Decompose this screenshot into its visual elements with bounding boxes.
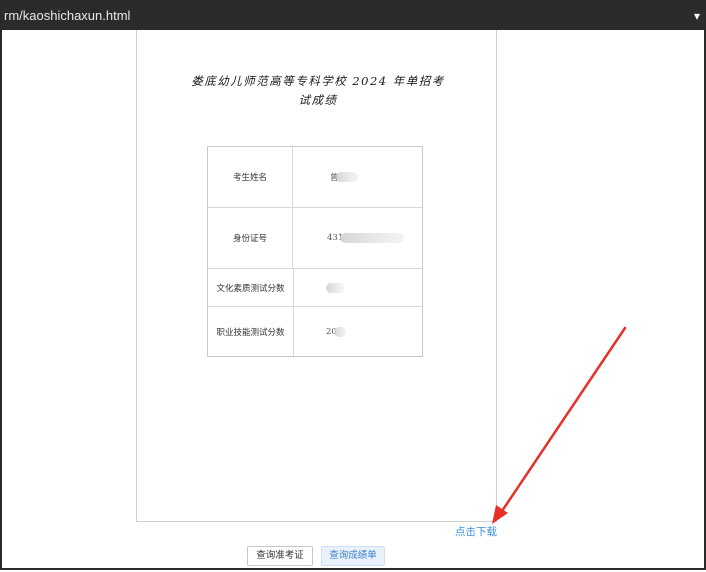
table-row: 身份证号 431 — [208, 208, 422, 269]
skill-score-cell: 20 — [293, 307, 421, 356]
annotation-arrow-shaft — [498, 326, 627, 516]
culture-score-label: 文化素质测试分数 — [216, 283, 285, 294]
table-row: 文化素质测试分数 — [208, 269, 422, 307]
url-text: rm/kaoshichaxun.html — [4, 8, 131, 23]
redaction-blur — [326, 282, 344, 293]
report-title: 娄底幼儿师范高等专科学校 2024 年单招考试成绩 — [191, 74, 445, 107]
query-score-button[interactable]: 查询成绩单 — [321, 546, 385, 566]
culture-score-cell — [293, 269, 421, 306]
query-ticket-button[interactable]: 查询准考证 — [247, 546, 313, 566]
chevron-icon[interactable]: ▾ — [692, 2, 702, 30]
browser-window: rm/kaoshichaxun.html ▾ 娄底幼儿师范高等专科学校 2024… — [0, 0, 706, 570]
id-value-cell: 431 — [294, 208, 422, 268]
address-bar[interactable]: rm/kaoshichaxun.html ▾ — [2, 2, 704, 30]
redaction-blur — [334, 326, 346, 337]
redaction-blur — [336, 172, 358, 182]
score-table: 考生姓名 曾 身份证号 431 文化素质测试分数 职业技能测试分数 20 — [207, 146, 423, 357]
redaction-blur — [340, 233, 404, 243]
table-row: 职业技能测试分数 20 — [208, 307, 422, 356]
download-link[interactable]: 点击下载 — [455, 524, 497, 539]
score-report-page: 娄底幼儿师范高等专科学校 2024 年单招考试成绩 考生姓名 曾 身份证号 43… — [136, 30, 497, 522]
table-row: 考生姓名 曾 — [208, 147, 422, 208]
name-label: 考生姓名 — [208, 147, 293, 207]
name-value-cell: 曾 — [294, 147, 422, 207]
id-label: 身份证号 — [208, 208, 293, 268]
skill-score-label: 职业技能测试分数 — [216, 327, 285, 338]
